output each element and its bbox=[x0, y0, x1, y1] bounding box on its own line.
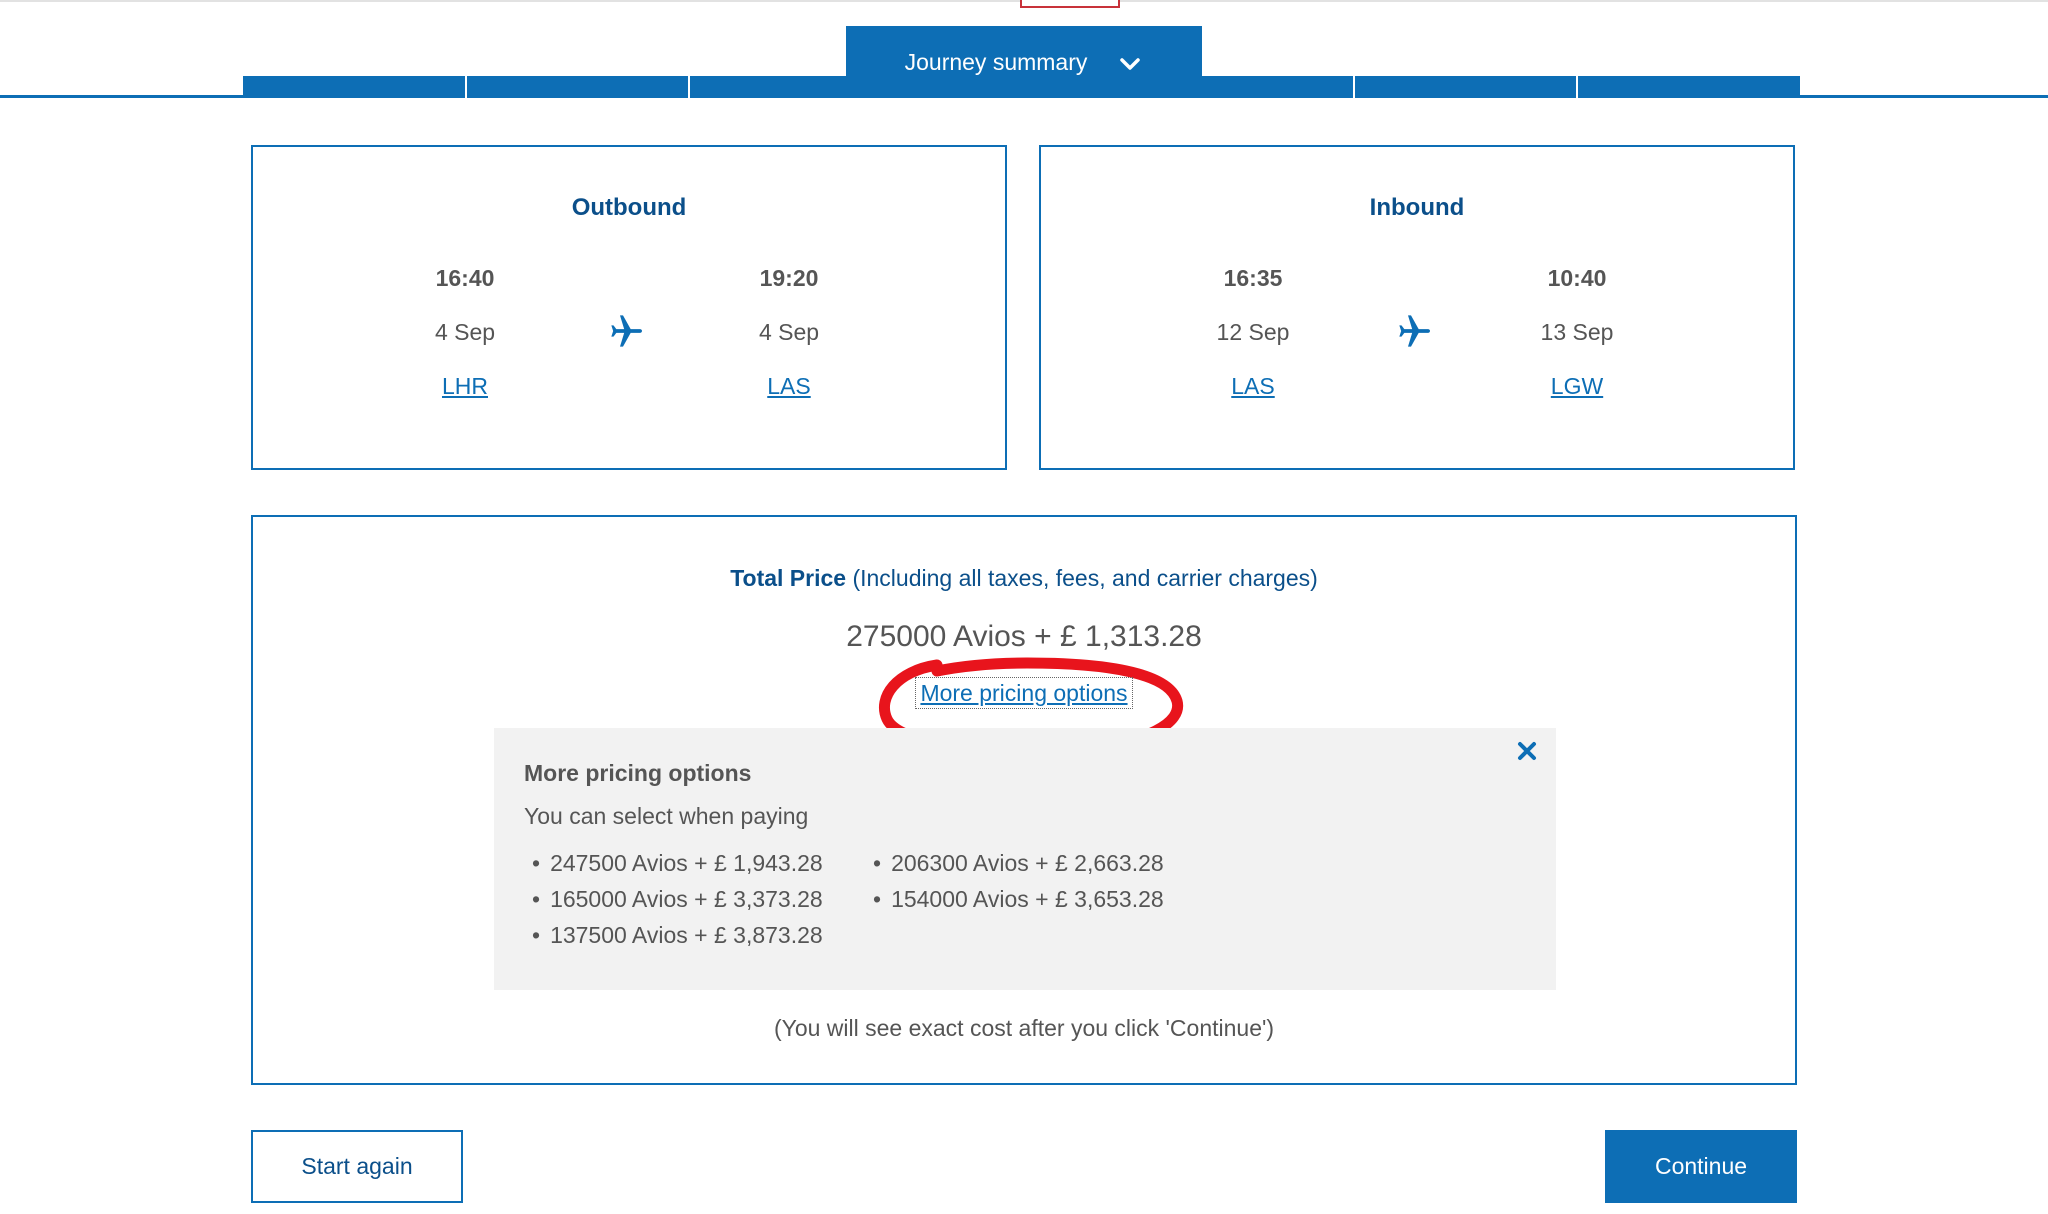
departure-time: 16:40 bbox=[435, 265, 495, 291]
total-price-qualifier: (Including all taxes, fees, and carrier … bbox=[846, 565, 1318, 591]
close-icon[interactable] bbox=[1514, 738, 1540, 764]
total-price-label: Total Price (Including all taxes, fees, … bbox=[253, 565, 1795, 592]
outbound-arrival: 19:20 4 Sep LAS bbox=[689, 265, 889, 400]
plane-icon bbox=[607, 310, 647, 350]
journey-summary-label: Journey summary bbox=[904, 48, 1088, 75]
continue-note: (You will see exact cost after you click… bbox=[773, 1015, 1275, 1041]
panel-title: More pricing options bbox=[524, 760, 752, 786]
departure-airport-link[interactable]: LAS bbox=[1231, 373, 1274, 400]
outbound-title: Outbound bbox=[571, 194, 687, 221]
departure-date: 12 Sep bbox=[1216, 319, 1290, 345]
arrival-airport-link[interactable]: LAS bbox=[767, 373, 810, 400]
pricing-option: 154000 Avios + £ 3,653.28 bbox=[873, 886, 1164, 913]
departure-date: 4 Sep bbox=[434, 319, 496, 345]
continue-button[interactable]: Continue bbox=[1605, 1130, 1797, 1203]
arrival-date: 13 Sep bbox=[1540, 319, 1614, 345]
pricing-option: 206300 Avios + £ 2,663.28 bbox=[873, 850, 1164, 877]
inbound-card: Inbound 16:35 12 Sep LAS 10:40 13 Sep LG… bbox=[1039, 145, 1795, 470]
pricing-option: 165000 Avios + £ 3,373.28 bbox=[532, 886, 823, 913]
total-price-value: 275000 Avios + £ 1,313.28 bbox=[846, 620, 1202, 653]
arrival-time: 10:40 bbox=[1547, 265, 1607, 291]
outbound-card: Outbound 16:40 4 Sep LHR 19:20 4 Sep LAS bbox=[251, 145, 1007, 470]
journey-summary-tab[interactable]: Journey summary bbox=[846, 26, 1202, 98]
start-again-button[interactable]: Start again bbox=[251, 1130, 463, 1203]
arrival-time: 19:20 bbox=[759, 265, 819, 291]
plane-icon bbox=[1395, 310, 1435, 350]
chevron-down-icon bbox=[1117, 51, 1143, 77]
top-red-tab bbox=[1020, 0, 1120, 8]
more-pricing-link-wrap: More pricing options bbox=[253, 677, 1795, 709]
departure-airport-link[interactable]: LHR bbox=[442, 373, 488, 400]
progress-divider bbox=[1353, 76, 1355, 98]
progress-divider bbox=[1576, 76, 1578, 98]
progress-divider bbox=[465, 76, 467, 98]
arrival-date: 4 Sep bbox=[758, 319, 820, 345]
inbound-title: Inbound bbox=[1369, 194, 1465, 221]
departure-time: 16:35 bbox=[1223, 265, 1283, 291]
inbound-arrival: 10:40 13 Sep LGW bbox=[1477, 265, 1677, 400]
arrival-airport-link[interactable]: LGW bbox=[1551, 373, 1603, 400]
total-price-card: Total Price (Including all taxes, fees, … bbox=[251, 515, 1797, 1085]
outbound-departure: 16:40 4 Sep LHR bbox=[365, 265, 565, 400]
inbound-departure: 16:35 12 Sep LAS bbox=[1153, 265, 1353, 400]
more-pricing-panel: More pricing options You can select when… bbox=[494, 728, 1556, 990]
progress-divider bbox=[688, 76, 690, 98]
total-price-heading: Total Price bbox=[730, 565, 847, 591]
panel-subtitle: You can select when paying bbox=[524, 803, 809, 829]
more-pricing-options-link[interactable]: More pricing options bbox=[915, 677, 1133, 709]
pricing-option: 137500 Avios + £ 3,873.28 bbox=[532, 922, 823, 949]
pricing-option: 247500 Avios + £ 1,943.28 bbox=[532, 850, 823, 877]
